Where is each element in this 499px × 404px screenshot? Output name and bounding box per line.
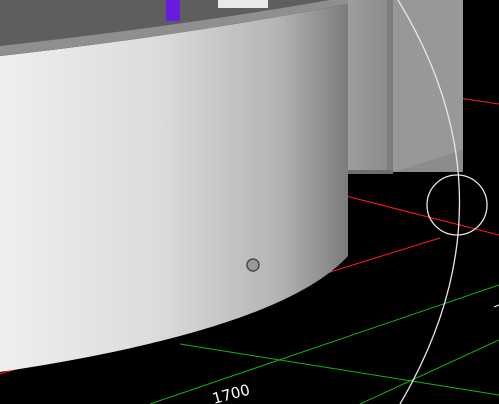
axis-tick	[493, 304, 499, 308]
orbit-circle-icon	[426, 174, 488, 236]
3d-viewport[interactable]: 1700	[0, 0, 499, 404]
purple-marker	[166, 0, 180, 21]
grid-line-red	[345, 195, 499, 236]
scene-canvas[interactable]: 1700	[0, 0, 499, 404]
pivot-circle-icon[interactable]	[246, 258, 260, 272]
back-wall	[346, 0, 463, 174]
cylinder-object[interactable]	[0, 0, 348, 372]
grid-line-green	[359, 339, 499, 404]
dimension-label: 1700	[210, 381, 252, 404]
